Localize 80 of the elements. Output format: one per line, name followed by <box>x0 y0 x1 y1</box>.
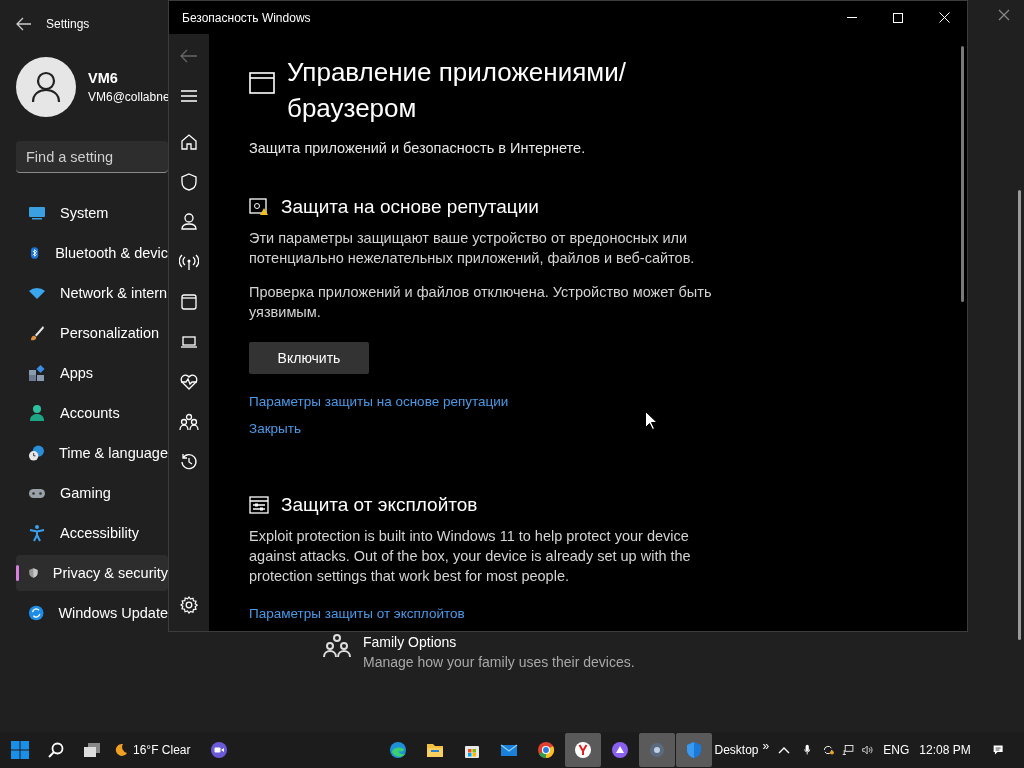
network-icon[interactable] <box>842 742 854 758</box>
caret-icon <box>778 746 791 754</box>
edge-icon <box>387 740 408 760</box>
person-icon <box>31 71 61 103</box>
globe-clock-icon <box>28 444 45 462</box>
language-indicator[interactable]: ENG <box>883 743 910 757</box>
section-title: Защита от эксплойтов <box>281 494 478 516</box>
back-arrow-icon <box>180 49 198 63</box>
section-description: Эти параметры защищают ваше устройство от вредоносных или потенциально нежелательных приложений, файлов и веб-сайтов. <box>249 229 696 268</box>
sliders-icon <box>249 496 269 514</box>
sidebar-item[interactable]: Apps <box>16 355 168 391</box>
menu-icon <box>181 90 197 102</box>
link[interactable]: Закрыть <box>249 421 301 436</box>
family-description: Manage how your family uses their devices. <box>363 654 635 670</box>
antenna-icon <box>179 252 199 272</box>
browser-window-icon <box>249 72 275 94</box>
close-icon[interactable] <box>998 9 1010 21</box>
weather-widget[interactable]: 16°F Clear <box>110 733 195 767</box>
person-icon <box>28 404 46 422</box>
window-icon <box>179 292 199 312</box>
app-title: Settings <box>46 17 90 31</box>
section-title: Защита на основе репутации <box>281 196 539 218</box>
selection-indicator <box>16 565 19 581</box>
moon-icon <box>114 743 128 757</box>
clock[interactable]: 12:08 PM <box>919 743 971 757</box>
turn-on-button[interactable]: Включить <box>249 342 369 374</box>
y-circle-icon <box>572 740 593 760</box>
scrollbar[interactable] <box>1018 190 1021 640</box>
scrollbar[interactable] <box>961 46 964 302</box>
sidebar-item[interactable]: Bluetooth & devic <box>16 235 168 271</box>
sidebar-item[interactable]: Personalization <box>16 315 168 351</box>
monitor-icon <box>28 204 46 222</box>
user-email: VM6@collabne <box>88 90 170 104</box>
page-subtitle: Защита приложений и безопасность в Интернете. <box>249 140 587 156</box>
heart-pulse-icon <box>179 372 199 392</box>
volume-icon[interactable] <box>861 743 874 757</box>
page-title: Управление приложениями/ браузером <box>287 56 626 125</box>
family-title: Family Options <box>363 634 458 650</box>
settings-icon <box>180 596 198 614</box>
chrome-icon <box>535 740 556 760</box>
family-icon <box>323 634 351 658</box>
shield-icon <box>179 172 199 192</box>
search-icon <box>48 742 64 758</box>
section-description: Проверка приложений и файлов отключена. Устройство может быть уязвимым. <box>249 283 713 322</box>
task-view-icon <box>84 743 100 757</box>
taskbar-app-button[interactable] <box>638 733 675 767</box>
sidebar-item[interactable]: Accounts <box>16 395 168 431</box>
triangle-circle-icon <box>609 740 630 760</box>
video-camera-icon <box>209 741 228 759</box>
maximize-icon <box>893 12 903 23</box>
sidebar-item[interactable]: Windows Update <box>16 595 168 631</box>
section-description: Exploit protection is built into Windows 11 to help protect your device against attacks. Out of the box, your device is already set up with the protection settings that work best for most people. <box>249 527 692 586</box>
link[interactable]: Параметры защиты от эксплойтов <box>249 606 465 621</box>
sidebar-item[interactable]: Network & intern <box>16 275 168 311</box>
brush-icon <box>28 324 46 342</box>
family-icon <box>179 412 199 432</box>
home-icon <box>179 132 199 152</box>
taskbar-app-button[interactable] <box>564 733 601 767</box>
user-name: VM6 <box>88 70 119 86</box>
sidebar-item[interactable]: Privacy & security <box>16 555 168 591</box>
sidebar-item[interactable]: Accessibility <box>16 515 168 551</box>
back-arrow-icon[interactable] <box>16 17 32 31</box>
apps-icon <box>28 364 46 382</box>
windows-logo-icon <box>11 741 29 759</box>
window-title: Безопасность Windows <box>181 10 312 25</box>
taskbar-app-button[interactable] <box>675 733 712 767</box>
sidebar-item[interactable]: System <box>16 195 168 231</box>
warning-window-icon <box>249 198 269 216</box>
link[interactable]: Параметры защиты на основе репутации <box>249 394 509 409</box>
refresh-icon <box>28 604 45 622</box>
desktop-toolbar-button[interactable]: Desktop » <box>711 733 773 767</box>
person-icon <box>179 212 199 232</box>
search-field[interactable]: Find a setting <box>16 141 168 173</box>
close-icon <box>938 12 950 23</box>
mouse-cursor-icon <box>645 411 657 430</box>
accessibility-icon <box>28 524 46 542</box>
history-icon <box>179 452 199 472</box>
sidebar-item[interactable]: Gaming <box>16 475 168 511</box>
sidebar-item[interactable]: Time & language <box>16 435 168 471</box>
minimize-icon <box>847 17 857 18</box>
